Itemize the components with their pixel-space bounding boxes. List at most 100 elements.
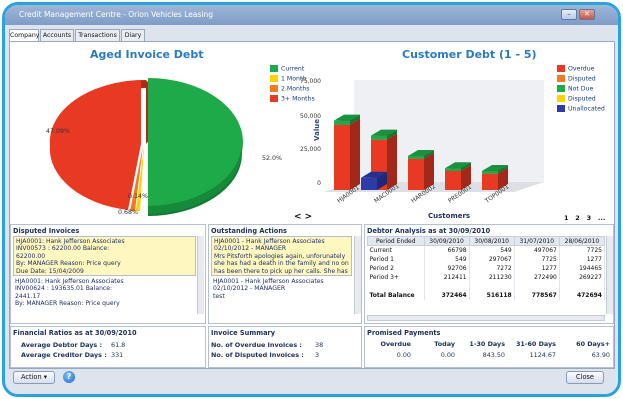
pp-value-1-30: 843.50	[482, 351, 505, 359]
debtor-analysis-panel: Debtor Analysis as at 30/09/2010 Period …	[364, 224, 614, 324]
pp-value-31-60: 1124.67	[529, 351, 556, 359]
legend-disputed-1: Disputed	[557, 75, 596, 83]
table-row[interactable]: Period 2 92706 7272 1277 194465	[367, 264, 606, 273]
disputed-title: Disputed Invoices	[13, 227, 80, 235]
disputed-scrollbar[interactable]	[197, 236, 204, 314]
table-row-total[interactable]: Total Balance 372464 516118 778567 472694	[367, 291, 606, 300]
bar-pre0001-not-due[interactable]	[445, 168, 461, 171]
action-entry-1[interactable]: HJA0001 - Hank Jefferson Associates 02/10…	[211, 236, 352, 276]
disputed-entry-1[interactable]: HJA0001: Hank Jefferson Associates INV005…	[13, 236, 196, 276]
pp-header-60plus: 60 Days+	[576, 340, 610, 348]
pp-header-today: Today	[434, 340, 455, 348]
disputed-invoices-label: No. of Disputed Invoices :	[211, 351, 304, 359]
legend-current: Current	[270, 65, 304, 73]
legend-unallocated: Unallocated	[557, 105, 605, 113]
bar-hja0001-overdue[interactable]	[334, 124, 350, 190]
legend-disputed-2: Disputed	[557, 95, 596, 103]
help-icon[interactable]: ?	[63, 371, 75, 383]
app-window: Credit Management Centre - Orion Vehicle…	[2, 2, 621, 397]
bar-har0002-not-due[interactable]	[408, 156, 424, 159]
title-bar: Credit Management Centre - Orion Vehicle…	[5, 5, 618, 25]
pie-label-current: 52.0%	[262, 155, 283, 162]
table-row[interactable]: Current 66798 549 497067 7725	[367, 245, 606, 255]
table-row[interactable]: Period 1 549 297067 7725 1277	[367, 255, 606, 264]
avg-debtor-days-label: Average Debtor Days :	[21, 341, 103, 349]
bar-hja0001-not-due[interactable]	[334, 120, 350, 125]
action-menu-button[interactable]: Action ▾	[13, 371, 55, 384]
legend-not-due: Not Due	[557, 85, 593, 93]
pp-header-31-60: 31-60 Days	[515, 340, 556, 348]
financial-title: Financial Ratios as at 30/09/2010	[13, 329, 137, 337]
customer-bar-chart	[324, 80, 544, 192]
aged-chart-title: Aged Invoice Debt	[90, 48, 204, 61]
tab-accounts[interactable]: Accounts	[40, 29, 74, 41]
avg-creditor-days-value: 331	[111, 351, 124, 359]
company-panel: Aged Invoice Debt 47.09% 52.0% 0.14% 0.6…	[9, 41, 615, 369]
pp-value-60plus: 63.90	[591, 351, 610, 359]
actions-title: Outstanding Actions	[211, 227, 287, 235]
pp-value-overdue: 0.00	[396, 351, 411, 359]
financial-ratios-panel: Financial Ratios as at 30/09/2010 Averag…	[10, 326, 206, 368]
y-tick-50000: 50,000	[300, 113, 321, 120]
disputed-invoices-value: 3	[315, 351, 320, 359]
aged-pie-chart	[49, 78, 243, 216]
bar-har0002-overdue[interactable]	[408, 158, 424, 190]
pie-label-1month: 0.14%	[128, 193, 149, 200]
debtor-scrollbar[interactable]	[606, 236, 613, 314]
col-28-06-2010[interactable]: 28/06/2010	[558, 236, 606, 246]
window-title: Credit Management Centre - Orion Vehicle…	[19, 10, 213, 19]
bar-mac0001-not-due[interactable]	[371, 135, 387, 140]
col-31-07-2010[interactable]: 31/07/2010	[513, 236, 560, 246]
table-row[interactable]	[367, 282, 606, 291]
minimize-button[interactable]: –	[561, 9, 577, 20]
promised-title: Promised Payments	[367, 329, 441, 337]
y-tick-25000: 25,000	[300, 146, 321, 153]
legend-3plus: 3+ Months	[270, 95, 315, 103]
col-30-09-2010[interactable]: 30/09/2010	[423, 236, 470, 246]
col-period-ended[interactable]: Period Ended	[367, 236, 425, 246]
pp-value-today: 0.00	[440, 351, 455, 359]
close-button[interactable]: Close	[566, 371, 604, 384]
overdue-invoices-label: No. of Overdue Invoices :	[211, 341, 302, 349]
debtor-table: Period Ended 30/09/2010 30/08/2010 31/07…	[367, 236, 606, 300]
bar-side-hja0001-overdue	[350, 118, 360, 190]
pp-header-1-30: 1-30 Days	[469, 340, 505, 348]
table-row[interactable]: Period 3+ 212411 211230 272490 269227	[367, 273, 606, 282]
actions-scrollbar[interactable]	[354, 236, 361, 314]
bar-top0001-not-due[interactable]	[482, 170, 498, 174]
avg-creditor-days-label: Average Creditor Days :	[21, 351, 107, 359]
col-30-08-2010[interactable]: 30/08/2010	[468, 236, 515, 246]
pp-header-overdue: Overdue	[380, 340, 411, 348]
close-window-button[interactable]: ✕	[579, 9, 595, 20]
customer-chart-title: Customer Debt (1 - 5)	[402, 48, 537, 61]
invoice-summary-title: Invoice Summary	[211, 329, 276, 337]
x-axis-title: Customers	[428, 212, 471, 220]
y-axis-title: Value	[312, 119, 321, 141]
bar-mac0001-unallocated[interactable]	[361, 177, 377, 190]
pie-slice-3plus	[49, 80, 142, 210]
debtor-header-row: Period Ended 30/09/2010 30/08/2010 31/07…	[367, 236, 606, 246]
debtor-title: Debtor Analysis as at 30/09/2010	[367, 227, 491, 235]
overdue-invoices-value: 38	[315, 341, 324, 349]
avg-debtor-days-value: 61.8	[111, 341, 126, 349]
promised-payments-panel: Promised Payments Overdue Today 1-30 Day…	[364, 326, 614, 368]
invoice-summary-panel: Invoice Summary No. of Overdue Invoices …	[208, 326, 362, 368]
pie-slice-current	[148, 78, 243, 206]
outstanding-actions-panel: Outstanding Actions HJA0001 - Hank Jeffe…	[208, 224, 362, 324]
tab-transactions[interactable]: Transactions	[75, 29, 120, 41]
chart-pager[interactable]: 1 2 3 ...	[564, 214, 605, 222]
bar-pre0001-overdue[interactable]	[445, 170, 461, 190]
legend-2months: 2 Months	[270, 85, 310, 93]
debtor-h-scrollbar[interactable]	[367, 315, 605, 321]
pie-label-2months: 0.68%	[118, 209, 139, 216]
y-tick-0: 0	[317, 180, 321, 187]
pie-label-3plus: 47.09%	[46, 128, 71, 135]
action-entry-2[interactable]: HJA0001 - Hank Jefferson Associates 02/10…	[213, 278, 351, 300]
disputed-entry-2[interactable]: HJA0001: Hank Jefferson Associates INV006…	[15, 278, 195, 308]
tab-diary[interactable]: Diary	[121, 29, 145, 41]
y-tick-75000: 75,000	[300, 78, 321, 85]
chart-nav-arrows[interactable]: < >	[294, 212, 312, 222]
legend-overdue: Overdue	[557, 65, 594, 73]
disputed-invoices-panel: Disputed Invoices HJA0001: Hank Jefferso…	[10, 224, 206, 324]
bar-top0001-overdue[interactable]	[482, 173, 498, 190]
